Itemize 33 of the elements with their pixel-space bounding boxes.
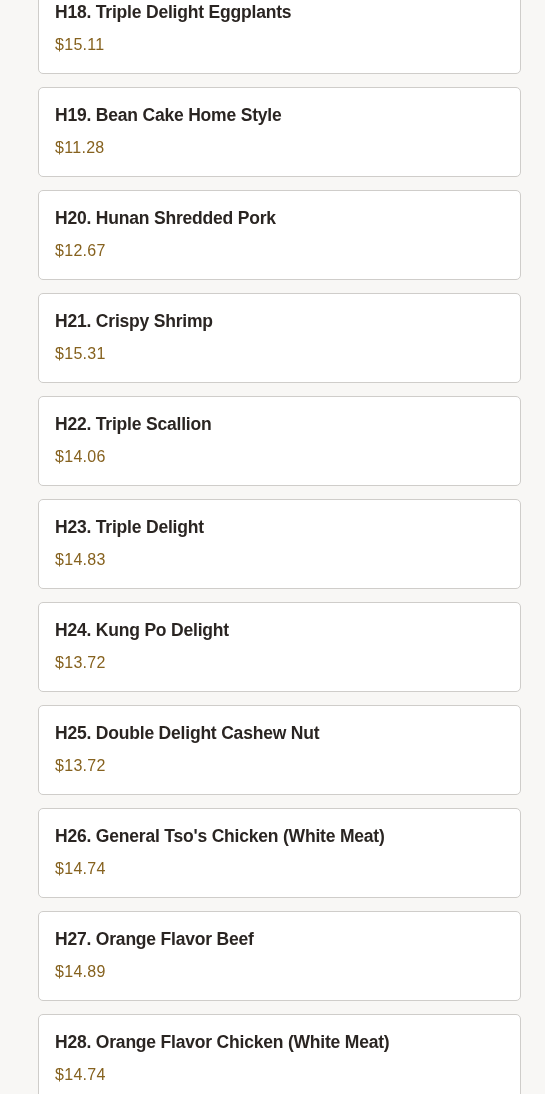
menu-item-card[interactable]: H25. Double Delight Cashew Nut $13.72	[38, 705, 521, 795]
item-price: $14.74	[55, 1065, 106, 1085]
item-name: H22. Triple Scallion	[55, 413, 212, 436]
item-name: H25. Double Delight Cashew Nut	[55, 722, 320, 745]
item-name: H20. Hunan Shredded Pork	[55, 207, 276, 230]
item-price: $14.06	[55, 447, 106, 467]
item-price: $13.72	[55, 756, 106, 776]
item-name: H26. General Tso's Chicken (White Meat)	[55, 825, 385, 848]
menu-item-card[interactable]: H19. Bean Cake Home Style $11.28	[38, 87, 521, 177]
item-name: H24. Kung Po Delight	[55, 619, 229, 642]
item-price: $13.72	[55, 653, 106, 673]
item-name: H21. Crispy Shrimp	[55, 310, 213, 333]
item-name: H19. Bean Cake Home Style	[55, 104, 282, 127]
menu-item-card[interactable]: H24. Kung Po Delight $13.72	[38, 602, 521, 692]
menu-item-card[interactable]: H26. General Tso's Chicken (White Meat) $14.74	[38, 808, 521, 898]
item-name: H23. Triple Delight	[55, 516, 204, 539]
menu-item-card[interactable]: H28. Orange Flavor Chicken (White Meat) $14.74	[38, 1014, 521, 1094]
item-price: $14.74	[55, 859, 106, 879]
item-name: H28. Orange Flavor Chicken (White Meat)	[55, 1031, 390, 1054]
menu-item-card[interactable]: H18. Triple Delight Eggplants $15.11	[38, 0, 521, 74]
item-price: $11.28	[55, 138, 105, 158]
menu-item-card[interactable]: H21. Crispy Shrimp $15.31	[38, 293, 521, 383]
menu-item-card[interactable]: H23. Triple Delight $14.83	[38, 499, 521, 589]
item-name: H27. Orange Flavor Beef	[55, 928, 254, 951]
item-price: $15.11	[55, 35, 105, 55]
item-price: $14.83	[55, 550, 106, 570]
menu-item-card[interactable]: H22. Triple Scallion $14.06	[38, 396, 521, 486]
item-price: $12.67	[55, 241, 106, 261]
item-price: $14.89	[55, 962, 106, 982]
item-price: $15.31	[55, 344, 106, 364]
menu-item-card[interactable]: H20. Hunan Shredded Pork $12.67	[38, 190, 521, 280]
menu-item-card[interactable]: H27. Orange Flavor Beef $14.89	[38, 911, 521, 1001]
item-name: H18. Triple Delight Eggplants	[55, 1, 292, 24]
